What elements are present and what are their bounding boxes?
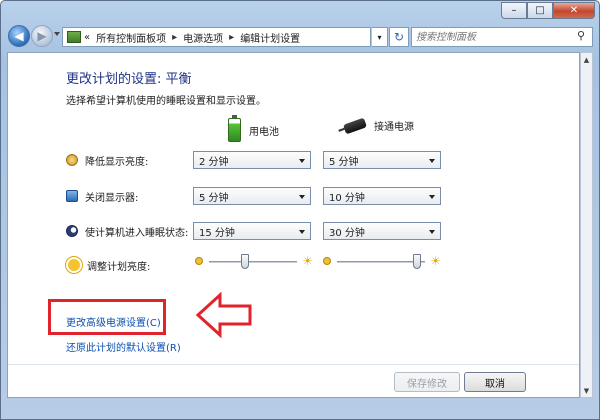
control-panel-icon bbox=[67, 31, 81, 43]
setting-label: 降低显示亮度: bbox=[85, 156, 149, 168]
brightness-high-icon: ☀ bbox=[430, 254, 441, 268]
maximize-button[interactable]: □ bbox=[527, 2, 553, 19]
turn-off-display-battery-select[interactable]: 5 分钟 bbox=[193, 187, 311, 205]
arrow-left-icon: ◀ bbox=[14, 29, 24, 43]
plugged-column-label: 接通电源 bbox=[374, 122, 414, 133]
slider-thumb[interactable] bbox=[241, 254, 249, 269]
breadcrumb-edit-plan[interactable]: 编辑计划设置 bbox=[240, 30, 300, 45]
divider bbox=[8, 364, 579, 365]
brightness-low-icon bbox=[195, 257, 203, 265]
brightness-high-icon: ☀ bbox=[302, 254, 313, 268]
dim-icon bbox=[66, 154, 78, 166]
sleep-icon bbox=[66, 225, 78, 237]
setting-label: 关闭显示器: bbox=[85, 192, 139, 204]
save-changes-button[interactable]: 保存修改 bbox=[394, 372, 460, 392]
restore-defaults-link[interactable]: 还原此计划的默认设置(R) bbox=[66, 339, 181, 354]
dim-display-plugged-select[interactable]: 5 分钟 bbox=[323, 151, 441, 169]
dim-display-battery-select[interactable]: 2 分钟 bbox=[193, 151, 311, 169]
breadcrumb-separator-icon[interactable]: ▸ bbox=[229, 32, 234, 43]
setting-row-turn-off-display: 关闭显示器: bbox=[66, 187, 138, 205]
breadcrumb-separator-icon[interactable]: ▸ bbox=[172, 32, 177, 43]
close-button[interactable]: ✕ bbox=[553, 2, 595, 19]
navigation-bar: ◀ ▶ « 所有控制面板项 ▸ 电源选项 ▸ 编辑计划设置 ▾ ↻ ⚲ bbox=[1, 23, 599, 51]
setting-row-sleep: 使计算机进入睡眠状态: bbox=[66, 222, 188, 240]
battery-column-header: 用电池 bbox=[228, 115, 279, 142]
page-title: 更改计划的设置: 平衡 bbox=[66, 72, 192, 87]
minimize-button[interactable]: – bbox=[501, 2, 527, 19]
setting-label: 使计算机进入睡眠状态: bbox=[85, 227, 189, 239]
page-subtitle: 选择希望计算机使用的睡眠设置和显示设置。 bbox=[66, 96, 266, 107]
slider-thumb[interactable] bbox=[413, 254, 421, 269]
back-button[interactable]: ◀ bbox=[8, 25, 30, 47]
caption-buttons: – □ ✕ bbox=[501, 2, 595, 19]
forward-button[interactable]: ▶ bbox=[31, 25, 53, 47]
scroll-down-icon[interactable]: ▼ bbox=[581, 384, 592, 397]
scroll-up-icon[interactable]: ▲ bbox=[581, 53, 592, 66]
sleep-plugged-select[interactable]: 30 分钟 bbox=[323, 222, 441, 240]
monitor-icon bbox=[66, 190, 78, 202]
search-input[interactable] bbox=[411, 27, 593, 47]
sun-icon bbox=[68, 259, 80, 271]
setting-row-brightness: 调整计划亮度: bbox=[66, 256, 150, 274]
plugged-column-header: 接通电源 bbox=[342, 117, 414, 134]
brightness-plugged-slider[interactable]: ☀ bbox=[323, 253, 441, 271]
highlight-box bbox=[48, 299, 166, 335]
recent-pages-dropdown[interactable] bbox=[54, 32, 60, 36]
setting-label: 调整计划亮度: bbox=[87, 261, 151, 273]
address-bar[interactable]: « 所有控制面板项 ▸ 电源选项 ▸ 编辑计划设置 bbox=[62, 27, 371, 47]
refresh-button[interactable]: ↻ bbox=[389, 27, 409, 47]
arrow-right-icon: ▶ bbox=[37, 29, 47, 43]
breadcrumb-power-options[interactable]: 电源选项 bbox=[183, 30, 223, 45]
address-overflow-chevron[interactable]: « bbox=[84, 32, 90, 43]
power-plug-icon bbox=[342, 117, 368, 134]
slider-track[interactable] bbox=[337, 261, 425, 263]
address-dropdown-button[interactable]: ▾ bbox=[372, 27, 388, 47]
slider-track[interactable] bbox=[209, 261, 297, 263]
pointer-arrow-icon bbox=[196, 292, 252, 338]
turn-off-display-plugged-select[interactable]: 10 分钟 bbox=[323, 187, 441, 205]
breadcrumb-all-items[interactable]: 所有控制面板项 bbox=[96, 30, 166, 45]
setting-row-dim-display: 降低显示亮度: bbox=[66, 151, 148, 169]
vertical-scrollbar[interactable]: ▲ ▼ bbox=[580, 52, 593, 398]
battery-column-label: 用电池 bbox=[249, 126, 279, 138]
search-icon[interactable]: ⚲ bbox=[577, 29, 585, 42]
brightness-battery-slider[interactable]: ☀ bbox=[195, 253, 313, 271]
battery-icon bbox=[228, 115, 241, 142]
brightness-low-icon bbox=[323, 257, 331, 265]
cancel-button[interactable]: 取消 bbox=[464, 372, 526, 392]
sleep-battery-select[interactable]: 15 分钟 bbox=[193, 222, 311, 240]
